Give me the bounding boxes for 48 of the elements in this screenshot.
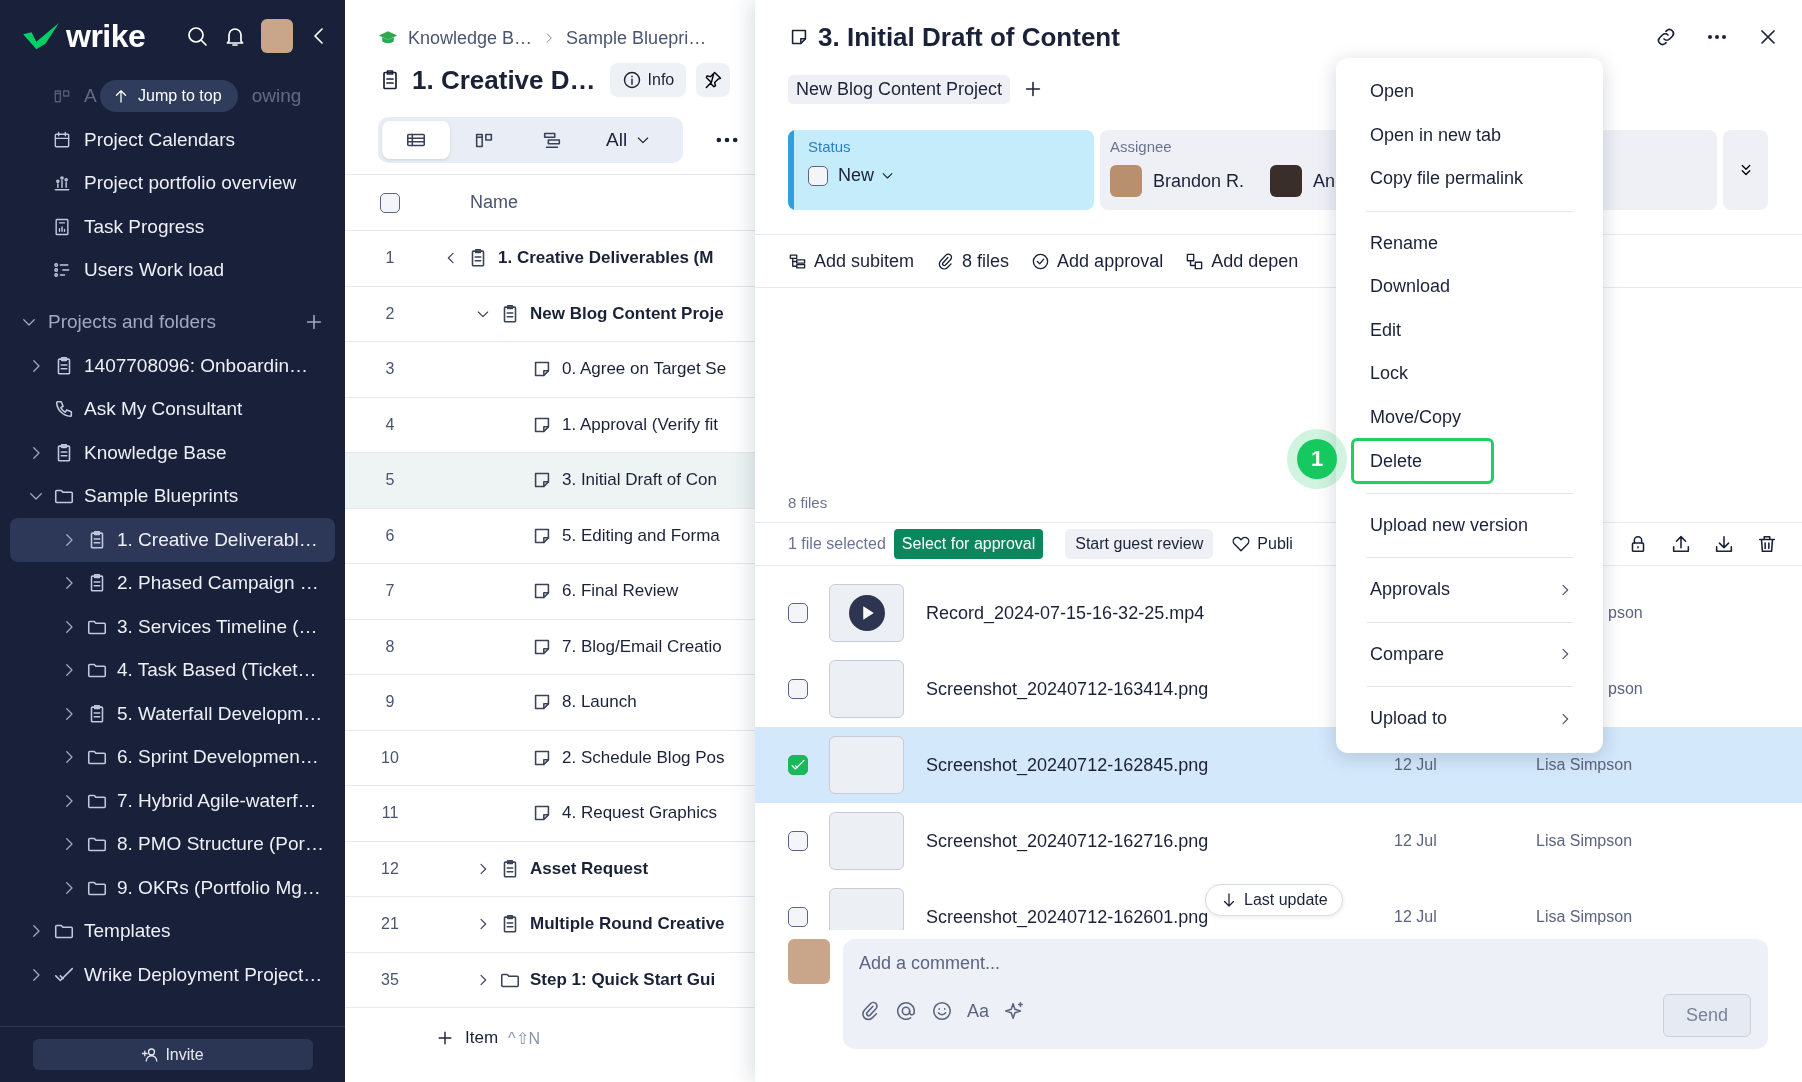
task-name: 2. Schedule Blog Pos — [562, 747, 725, 768]
row-number: 12 — [380, 859, 400, 878]
file-author: pson — [1608, 604, 1643, 622]
row-number: 4 — [384, 415, 396, 434]
page-title: 1. Creative D… — [412, 64, 596, 96]
file-author: Lisa Simpson — [1536, 756, 1633, 774]
row-number: 3 — [384, 360, 396, 379]
assignee-name: An — [1313, 170, 1336, 192]
task-name: 4. Request Graphics — [562, 803, 717, 824]
assignee-name: Brandon R. — [1153, 170, 1245, 192]
task-name: 7. Blog/Email Creatio — [562, 636, 722, 657]
row-number: 11 — [380, 804, 400, 823]
row-number: 10 — [380, 748, 400, 767]
task-name: 6. Final Review — [562, 581, 679, 602]
row-number: 1 — [384, 249, 396, 268]
row-number: 5 — [384, 471, 396, 490]
shortcut-hint: ^⇧N — [508, 1028, 541, 1048]
logo-text: wrike — [66, 17, 146, 55]
task-name: New Blog Content Proje — [530, 303, 724, 324]
task-name: Asset Request — [530, 858, 649, 879]
row-number: 7 — [384, 582, 396, 601]
file-date: 12 Jul — [1394, 908, 1438, 926]
task-name: 1. Creative Deliverables (M — [498, 248, 714, 269]
task-name: Multiple Round Creative — [530, 914, 725, 935]
task-name: 1. Approval (Verify fit — [562, 414, 718, 435]
row-number: 2 — [384, 304, 396, 323]
file-date: 12 Jul — [1394, 756, 1438, 774]
file-date: 12 Jul — [1394, 832, 1438, 850]
task-name: 3. Initial Draft of Con — [562, 470, 717, 491]
task-name: 0. Agree on Target Se — [562, 359, 727, 380]
task-title: 3. Initial Draft of Content — [818, 21, 1121, 53]
task-name: Step 1: Quick Start Gui — [530, 969, 716, 990]
file-author: Lisa Simpson — [1536, 908, 1633, 926]
field-label: Assignee — [1110, 138, 1173, 155]
file-author: pson — [1608, 680, 1643, 698]
files-count: 8 files — [788, 494, 829, 513]
row-number: 35 — [380, 970, 400, 989]
task-name: 8. Launch — [562, 692, 637, 713]
field-label: Status — [808, 138, 852, 155]
file-author: Lisa Simpson — [1536, 832, 1633, 850]
column-header: Name — [470, 192, 518, 213]
row-number: 6 — [384, 526, 396, 545]
selection-count: 1 file selected — [788, 535, 886, 553]
step-marker: 1 — [1297, 439, 1337, 479]
row-number: 21 — [380, 915, 400, 934]
task-name: 5. Editing and Forma — [562, 525, 720, 546]
row-number: 9 — [384, 693, 396, 712]
row-number: 8 — [384, 637, 396, 656]
